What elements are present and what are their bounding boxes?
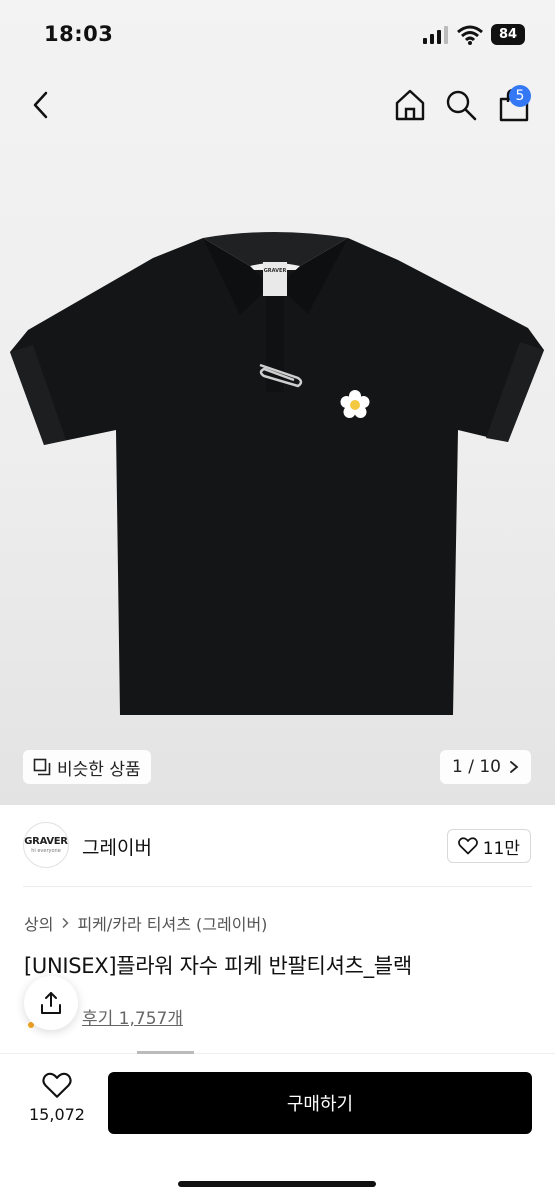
heart-icon — [42, 1072, 72, 1098]
signal-icon — [423, 25, 448, 44]
bottom-action-bar: 15,072 구매하기 — [0, 1056, 555, 1200]
image-counter-button[interactable]: 1 / 10 — [440, 750, 531, 784]
chevron-left-icon — [33, 91, 48, 119]
brand-logo-text: GRAVER — [24, 836, 68, 847]
wifi-icon — [457, 25, 483, 45]
brand-name[interactable]: 그레이버 — [82, 833, 152, 860]
buy-button[interactable]: 구매하기 — [108, 1072, 532, 1134]
status-icons: 84 — [423, 24, 525, 45]
breadcrumb-category[interactable]: 상의 — [24, 911, 53, 935]
back-button[interactable] — [24, 86, 58, 124]
wishlist-count: 15,072 — [29, 1105, 85, 1124]
image-counter: 1 / 10 — [452, 757, 501, 777]
home-indicator — [178, 1181, 376, 1187]
chevron-right-icon — [510, 761, 519, 773]
brand-like-button[interactable]: 11만 — [446, 829, 531, 863]
heart-icon — [457, 837, 478, 855]
home-button[interactable] — [390, 84, 430, 126]
brand-like-count: 11만 — [482, 838, 520, 859]
brand-row: GRAVER hi everyone 그레이버 11만 — [0, 822, 555, 872]
tab-line — [0, 1053, 555, 1054]
product-image-area[interactable]: GRAVER 18:03 84 5 비슷한 상품 1 / 10 — [0, 0, 555, 805]
search-button[interactable] — [442, 84, 480, 126]
battery-indicator: 84 — [491, 24, 525, 45]
wishlist-button[interactable]: 15,072 — [22, 1072, 92, 1138]
brand-logo-subtext: hi everyone — [31, 848, 61, 854]
product-title: [UNISEX]플라워 자수 피케 반팔티셔츠_블랙 — [24, 954, 412, 978]
breadcrumb: 상의 피케/카라 티셔츠 (그레이버) — [24, 911, 267, 935]
product-image-shirt[interactable]: GRAVER — [8, 230, 548, 720]
home-icon — [395, 89, 425, 121]
brand-logo[interactable]: GRAVER hi everyone — [23, 822, 69, 868]
search-icon — [446, 90, 477, 121]
divider — [23, 886, 532, 887]
chevron-right-icon — [62, 917, 70, 929]
share-button[interactable] — [24, 976, 78, 1030]
tab-indicator — [137, 1051, 194, 1054]
status-bar: 18:03 84 — [0, 0, 555, 70]
top-nav — [0, 80, 555, 130]
share-icon — [41, 992, 61, 1014]
similar-products-button[interactable]: 비슷한 상품 — [23, 750, 151, 784]
copy-icon — [33, 758, 51, 776]
review-link[interactable]: 후기 1,757개 — [82, 1004, 183, 1029]
status-time: 18:03 — [44, 22, 114, 46]
cart-count-badge: 5 — [509, 85, 531, 107]
similar-products-label: 비슷한 상품 — [57, 759, 141, 780]
shirt-tag-text: GRAVER — [264, 268, 287, 274]
breadcrumb-subcategory[interactable]: 피케/카라 티셔츠 (그레이버) — [77, 911, 267, 935]
